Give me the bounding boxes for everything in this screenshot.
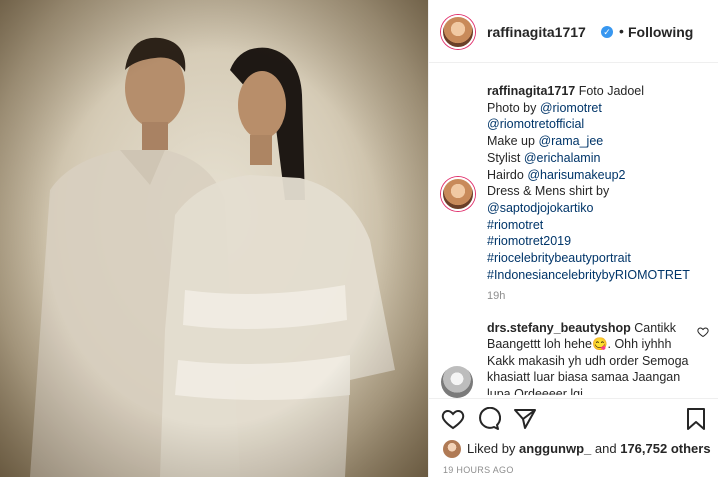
- comment-username[interactable]: drs.stefany_beautyshop: [487, 321, 631, 335]
- verified-icon: ✓: [601, 26, 613, 38]
- hairdo-link[interactable]: @harisumakeup2: [527, 168, 625, 182]
- hashtag-link[interactable]: #riomotret: [487, 218, 543, 232]
- caption-title: Foto Jadoel: [578, 84, 645, 98]
- photo-by-label: Photo by: [487, 100, 537, 115]
- liker-avatar[interactable]: [443, 440, 461, 458]
- likes-count[interactable]: 176,752 others: [620, 441, 710, 456]
- comment-icon[interactable]: [477, 407, 501, 431]
- save-icon[interactable]: [685, 407, 707, 431]
- post-header: raffinagita1717 ✓ • Following: [429, 0, 718, 63]
- makeup-label: Make up: [487, 134, 535, 149]
- stylist-label: Stylist: [487, 150, 521, 165]
- hashtag-link[interactable]: #riocelebritybeautyportrait: [487, 251, 631, 265]
- post-side-panel: raffinagita1717 ✓ • Following raffinagit…: [428, 0, 718, 478]
- caption-avatar[interactable]: [441, 177, 475, 211]
- post-time-ago: 19 HOURS AGO: [443, 465, 514, 475]
- stylist-link[interactable]: @erichalamin: [524, 151, 601, 165]
- author-avatar[interactable]: [441, 15, 475, 49]
- liker-username[interactable]: anggunwp_: [519, 441, 591, 456]
- hairdo-label: Hairdo: [487, 167, 524, 182]
- photo-vignette: [0, 0, 428, 477]
- likes-summary: Liked by anggunwp_ and 176,752 others: [467, 441, 711, 456]
- post-photo[interactable]: [0, 0, 428, 477]
- hashtag-link[interactable]: #IndonesiancelebritybyRIOMOTRET: [487, 268, 690, 282]
- author-username[interactable]: raffinagita1717: [487, 24, 586, 40]
- post-actions: Liked by anggunwp_ and 176,752 others 19…: [429, 398, 718, 478]
- makeup-link[interactable]: @rama_jee: [538, 134, 603, 148]
- caption-username[interactable]: raffinagita1717: [487, 84, 575, 98]
- hashtag-link[interactable]: #riomotret2019: [487, 234, 571, 248]
- caption-time: 19h: [487, 290, 506, 302]
- following-button[interactable]: Following: [628, 24, 693, 40]
- like-icon[interactable]: [441, 407, 465, 431]
- likes-and: and: [594, 441, 617, 456]
- comment-like-icon[interactable]: [697, 326, 709, 338]
- photo-by-link[interactable]: @riomotret: [540, 101, 602, 115]
- post-caption: raffinagita1717 Foto Jadoel Photo by @ri…: [487, 83, 712, 283]
- dress-link[interactable]: @saptodjojokartiko: [487, 201, 594, 215]
- commenter-avatar[interactable]: [441, 366, 473, 398]
- handle-link[interactable]: @riomotretofficial: [487, 117, 584, 131]
- share-icon[interactable]: [513, 407, 537, 431]
- dress-label: Dress & Mens shirt by: [487, 184, 610, 199]
- comment: drs.stefany_beautyshop Cantikk Baangettt…: [487, 320, 692, 395]
- likes-prefix: Liked by: [467, 441, 516, 456]
- separator-dot: •: [619, 23, 624, 39]
